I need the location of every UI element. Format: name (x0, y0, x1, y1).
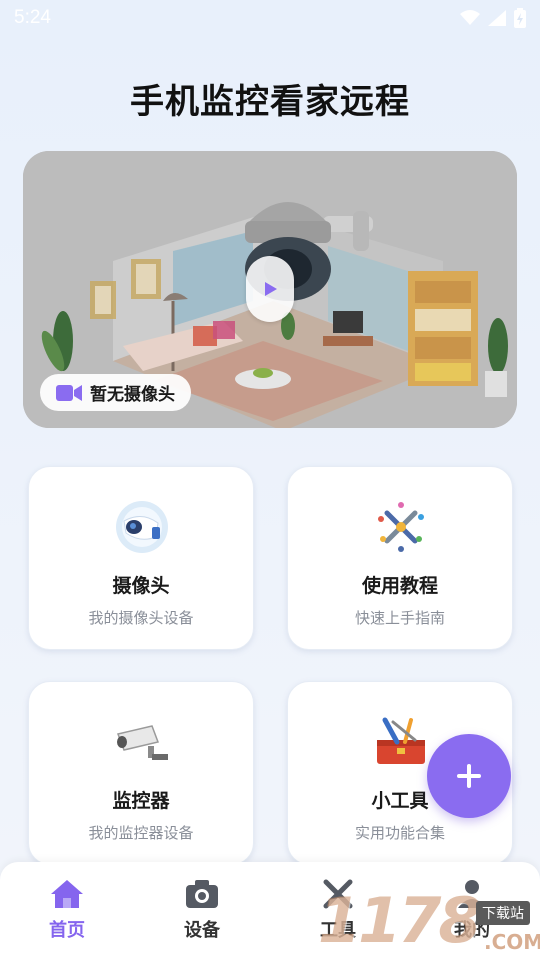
tab-label: 工具 (320, 920, 356, 941)
camera-status-badge: 暂无摄像头 (40, 374, 191, 411)
tab-profile[interactable]: 我的 (422, 878, 522, 948)
card-title: 摄像头 (112, 575, 170, 597)
play-icon (265, 282, 277, 296)
tab-tools[interactable]: 工具 (288, 878, 388, 948)
tools-icon (323, 879, 353, 909)
tools-tutorial-icon (378, 502, 424, 552)
add-button[interactable] (427, 734, 511, 818)
card-subtitle: 我的摄像头设备 (88, 609, 194, 627)
card-subtitle: 快速上手指南 (354, 609, 445, 627)
tab-label: 设备 (184, 920, 220, 941)
toolbox-icon (377, 717, 425, 764)
security-camera-icon (116, 501, 168, 553)
battery-icon (514, 8, 526, 28)
tab-label: 我的 (454, 920, 490, 941)
bottom-tab-bar: 首页 设备 工具 我的 (0, 862, 540, 960)
card-subtitle: 我的监控器设备 (88, 824, 194, 842)
status-icons (460, 8, 526, 28)
signal-icon (488, 10, 506, 26)
card-subtitle: 实用功能合集 (354, 824, 445, 842)
page-title: 手机监控看家远程 (130, 82, 410, 122)
status-bar: 5:24 (0, 0, 540, 36)
tab-label: 首页 (49, 920, 85, 941)
user-icon (458, 880, 486, 908)
tab-devices[interactable]: 设备 (152, 878, 252, 948)
video-camera-icon (56, 384, 82, 401)
wifi-icon (460, 10, 480, 25)
tab-home[interactable]: 首页 (17, 878, 117, 948)
tutorial-card[interactable]: 使用教程 快速上手指南 (287, 466, 513, 650)
monitor-card[interactable]: 监控器 我的监控器设备 (28, 681, 254, 865)
status-time: 5:24 (14, 7, 51, 28)
home-icon (51, 880, 83, 908)
play-button[interactable] (246, 256, 294, 322)
camera-icon (186, 880, 218, 908)
camera-status-text: 暂无摄像头 (90, 385, 175, 405)
card-title: 监控器 (112, 790, 170, 812)
card-title: 使用教程 (361, 575, 438, 597)
plus-icon (457, 764, 481, 788)
camera-card[interactable]: 摄像头 我的摄像头设备 (28, 466, 254, 650)
cctv-monitor-icon (116, 725, 168, 760)
